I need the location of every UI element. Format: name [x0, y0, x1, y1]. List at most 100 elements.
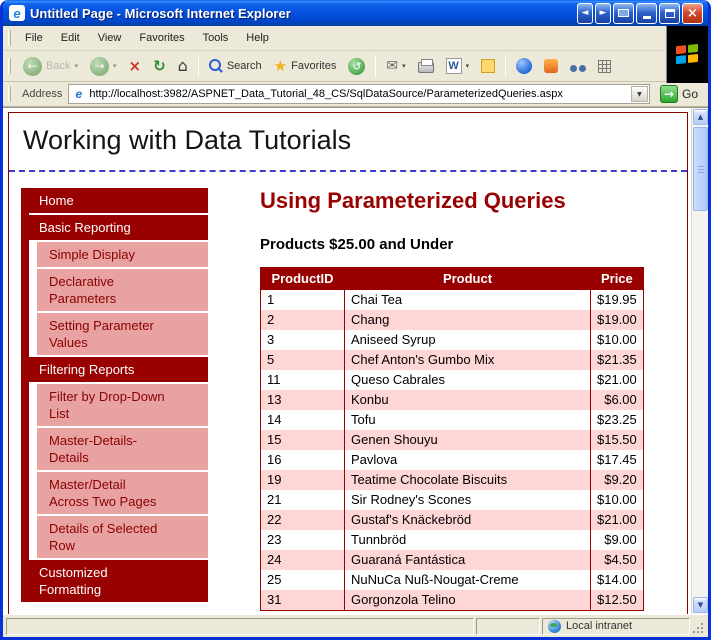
go-button[interactable]: → Go	[656, 85, 702, 103]
security-zone-label: Local intranet	[566, 620, 632, 632]
menu-help[interactable]: Help	[237, 29, 278, 47]
favorites-star-icon: ★	[274, 59, 287, 74]
windows-flag-icon	[676, 44, 699, 65]
cell-product-id: 14	[261, 410, 345, 430]
cell-product-id: 21	[261, 490, 345, 510]
notes-button[interactable]	[476, 57, 500, 75]
sidebar-item[interactable]: Setting Parameter Values	[37, 313, 208, 355]
titlebar-arrow-right-button[interactable]: ►	[595, 3, 611, 24]
research-button[interactable]	[565, 58, 591, 74]
column-header: ProductID	[261, 268, 345, 290]
toolbar-separator	[375, 55, 376, 77]
menu-edit[interactable]: Edit	[52, 29, 89, 47]
sidebar-item[interactable]: Details of Selected Row	[37, 516, 208, 558]
addressbar-grip[interactable]	[8, 86, 11, 102]
home-icon: ⌂	[178, 58, 188, 74]
maximize-button[interactable]	[659, 3, 680, 24]
edit-word-button[interactable]: W ▾	[441, 56, 475, 76]
address-input[interactable]: e http://localhost:3982/ASPNET_Data_Tuto…	[68, 84, 650, 104]
cell-product-id: 1	[261, 290, 345, 311]
cell-product-id: 11	[261, 370, 345, 390]
page-favicon: e	[72, 88, 85, 101]
browser-window: e Untitled Page - Microsoft Internet Exp…	[0, 0, 711, 640]
cell-price: $19.00	[591, 310, 644, 330]
page-scroll-area: Working with Data Tutorials HomeBasic Re…	[3, 108, 691, 614]
sidebar-item[interactable]: Master/Detail Across Two Pages	[37, 472, 208, 514]
refresh-button[interactable]: ↻	[148, 57, 171, 76]
sidebar-item[interactable]: Customized Formatting	[29, 560, 208, 602]
back-dropdown-icon: ▾	[74, 62, 78, 70]
cell-product: Chang	[345, 310, 591, 330]
sidebar-item[interactable]: Basic Reporting	[29, 215, 208, 240]
forward-button[interactable]: → ▾	[85, 55, 122, 78]
cell-product-id: 23	[261, 530, 345, 550]
column-header: Product	[345, 268, 591, 290]
scrollbar-thumb[interactable]	[693, 127, 708, 211]
page-body: HomeBasic ReportingSimple DisplayDeclara…	[9, 172, 687, 611]
sidebar-item[interactable]: Declarative Parameters	[37, 269, 208, 311]
messenger-button[interactable]	[511, 56, 537, 76]
menubar-grip[interactable]	[8, 30, 11, 46]
print-button[interactable]	[413, 57, 439, 75]
cell-product-id: 2	[261, 310, 345, 330]
resize-grip[interactable]	[692, 622, 705, 635]
toolbar-separator	[505, 55, 506, 77]
forward-icon: →	[90, 57, 109, 76]
titlebar-screen-button[interactable]	[613, 3, 634, 24]
minimize-button[interactable]	[636, 3, 657, 24]
sidebar-item[interactable]: Master-Details-Details	[37, 428, 208, 470]
sidebar-item[interactable]: Filtering Reports	[29, 357, 208, 382]
favorites-label: Favorites	[291, 60, 336, 72]
cell-price: $9.20	[591, 470, 644, 490]
table-row: 14Tofu$23.25	[261, 410, 644, 430]
sidebar-item[interactable]: Filter by Drop-Down List	[37, 384, 208, 426]
scroll-up-button[interactable]: ▲	[693, 109, 708, 125]
mail-button[interactable]: ✉ ▾	[381, 57, 410, 75]
toolbar-grip[interactable]	[8, 58, 11, 74]
cell-price: $15.50	[591, 430, 644, 450]
page-title: Using Parameterized Queries	[260, 188, 657, 214]
tiles-button[interactable]	[593, 58, 616, 75]
menu-view[interactable]: View	[89, 29, 131, 47]
menu-favorites[interactable]: Favorites	[130, 29, 193, 47]
favorites-button[interactable]: ★ Favorites	[269, 57, 342, 76]
address-dropdown-button[interactable]: ▼	[631, 86, 648, 102]
sidebar-item[interactable]: Home	[29, 188, 208, 213]
table-row: 22Gustaf's Knäckebröd$21.00	[261, 510, 644, 530]
cell-price: $14.00	[591, 570, 644, 590]
back-button[interactable]: ← Back ▾	[18, 55, 83, 78]
search-button[interactable]: Search	[204, 57, 267, 75]
browser-viewport: Working with Data Tutorials HomeBasic Re…	[3, 107, 708, 614]
titlebar-arrow-left-button[interactable]: ◄	[577, 3, 593, 24]
home-button[interactable]: ⌂	[173, 56, 193, 76]
cell-product-id: 31	[261, 590, 345, 611]
menu-file[interactable]: File	[16, 29, 52, 47]
main-content: Using Parameterized Queries Products $25…	[260, 188, 687, 611]
cell-product: Tunnbröd	[345, 530, 591, 550]
table-row: 25NuNuCa Nuß-Nougat-Creme$14.00	[261, 570, 644, 590]
grid-icon	[598, 60, 611, 73]
messenger-icon	[516, 58, 532, 74]
msn-button[interactable]	[539, 57, 563, 75]
search-label: Search	[227, 60, 262, 72]
table-row: 13Konbu$6.00	[261, 390, 644, 410]
menu-tools[interactable]: Tools	[194, 29, 238, 47]
window-controls: ◄ ► ×	[577, 3, 703, 24]
print-icon	[418, 62, 434, 73]
close-button[interactable]: ×	[682, 3, 703, 24]
table-row: 2Chang$19.00	[261, 310, 644, 330]
refresh-icon: ↻	[153, 59, 166, 74]
back-icon: ←	[23, 57, 42, 76]
cell-price: $23.25	[591, 410, 644, 430]
products-table: ProductIDProductPrice 1Chai Tea$19.952Ch…	[260, 267, 644, 611]
scroll-down-button[interactable]: ▼	[693, 597, 708, 613]
globe-icon	[548, 620, 561, 633]
menubar-items: FileEditViewFavoritesToolsHelp	[16, 29, 278, 47]
stop-button[interactable]: ×	[124, 57, 147, 76]
sidebar-item[interactable]: Simple Display	[37, 242, 208, 267]
cell-price: $4.50	[591, 550, 644, 570]
history-button[interactable]: ↺	[343, 56, 370, 77]
table-row: 19Teatime Chocolate Biscuits$9.20	[261, 470, 644, 490]
web-page: Working with Data Tutorials HomeBasic Re…	[8, 112, 688, 614]
window-titlebar[interactable]: e Untitled Page - Microsoft Internet Exp…	[3, 0, 708, 26]
